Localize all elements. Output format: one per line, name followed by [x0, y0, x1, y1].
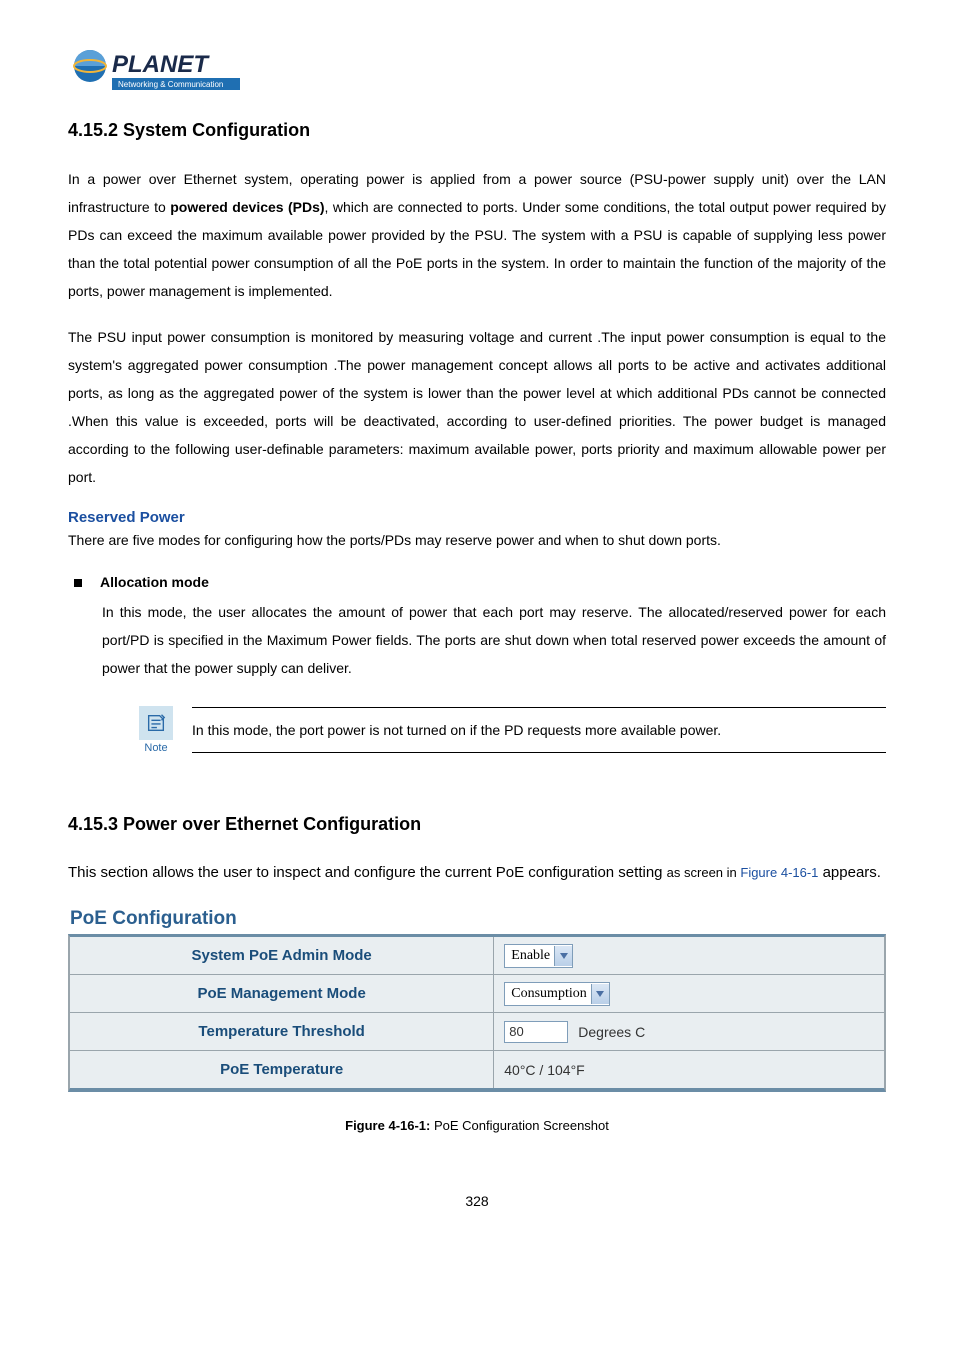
para1-bold: powered devices (PDs)	[170, 199, 324, 215]
row-poe-temp: PoE Temperature 40°C / 104°F	[70, 1050, 884, 1088]
poe-config-table: System PoE Admin Mode Enable PoE Managem…	[68, 934, 886, 1092]
select-mgmt-mode[interactable]: Consumption	[504, 982, 609, 1006]
bullet-allocation: Allocation mode	[68, 574, 886, 590]
reserved-line: There are five modes for configuring how…	[68, 532, 886, 548]
para-2: The PSU input power consumption is monit…	[68, 323, 886, 491]
intro-small: as screen in	[667, 865, 741, 880]
bullet-title: Allocation mode	[100, 574, 209, 590]
row-admin-mode: System PoE Admin Mode Enable	[70, 937, 884, 974]
svg-text:PLANET: PLANET	[112, 51, 210, 78]
value-poe-temp: 40°C / 104°F	[504, 1062, 584, 1078]
panel-title: PoE Configuration	[68, 908, 886, 930]
chevron-down-icon	[591, 984, 609, 1004]
label-temp-threshold: Temperature Threshold	[70, 1013, 493, 1050]
label-admin-mode: System PoE Admin Mode	[70, 937, 493, 974]
para-1: In a power over Ethernet system, operati…	[68, 165, 886, 305]
subhead-reserved-power: Reserved Power	[68, 509, 886, 526]
chevron-down-icon	[554, 946, 572, 966]
figure-caption-bold: Figure 4-16-1:	[345, 1118, 430, 1133]
label-mgmt-mode: PoE Management Mode	[70, 975, 493, 1012]
row-temp-threshold: Temperature Threshold 80 Degrees C	[70, 1012, 884, 1050]
figure-link[interactable]: Figure 4-16-1	[740, 865, 818, 880]
input-temp-threshold[interactable]: 80	[504, 1021, 568, 1043]
note-label: Note	[132, 742, 180, 754]
figure-caption: Figure 4-16-1: PoE Configuration Screens…	[68, 1118, 886, 1133]
bullet-icon	[74, 579, 82, 587]
heading-system-config: 4.15.2 System Configuration	[68, 120, 886, 141]
bullet-body: In this mode, the user allocates the amo…	[102, 598, 886, 682]
select-admin-mode-value: Enable	[511, 948, 554, 964]
intro-a: This section allows the user to inspect …	[68, 864, 667, 881]
poe-intro: This section allows the user to inspect …	[68, 859, 886, 886]
row-mgmt-mode: PoE Management Mode Consumption	[70, 974, 884, 1012]
intro-b: appears.	[823, 864, 881, 881]
figure-caption-rest: PoE Configuration Screenshot	[430, 1118, 609, 1133]
svg-text:Networking & Communication: Networking & Communication	[118, 80, 223, 89]
select-mgmt-mode-value: Consumption	[511, 986, 590, 1002]
heading-poe-config: 4.15.3 Power over Ethernet Configuration	[68, 814, 886, 835]
label-poe-temp: PoE Temperature	[70, 1051, 493, 1088]
brand-logo: PLANET Networking & Communication	[68, 40, 886, 100]
page-number: 328	[68, 1193, 886, 1209]
note-block: Note In this mode, the port power is not…	[132, 706, 886, 754]
unit-temp-threshold: Degrees C	[578, 1024, 645, 1040]
select-admin-mode[interactable]: Enable	[504, 944, 573, 968]
note-text: In this mode, the port power is not turn…	[192, 708, 886, 752]
note-icon: Note	[132, 706, 180, 754]
